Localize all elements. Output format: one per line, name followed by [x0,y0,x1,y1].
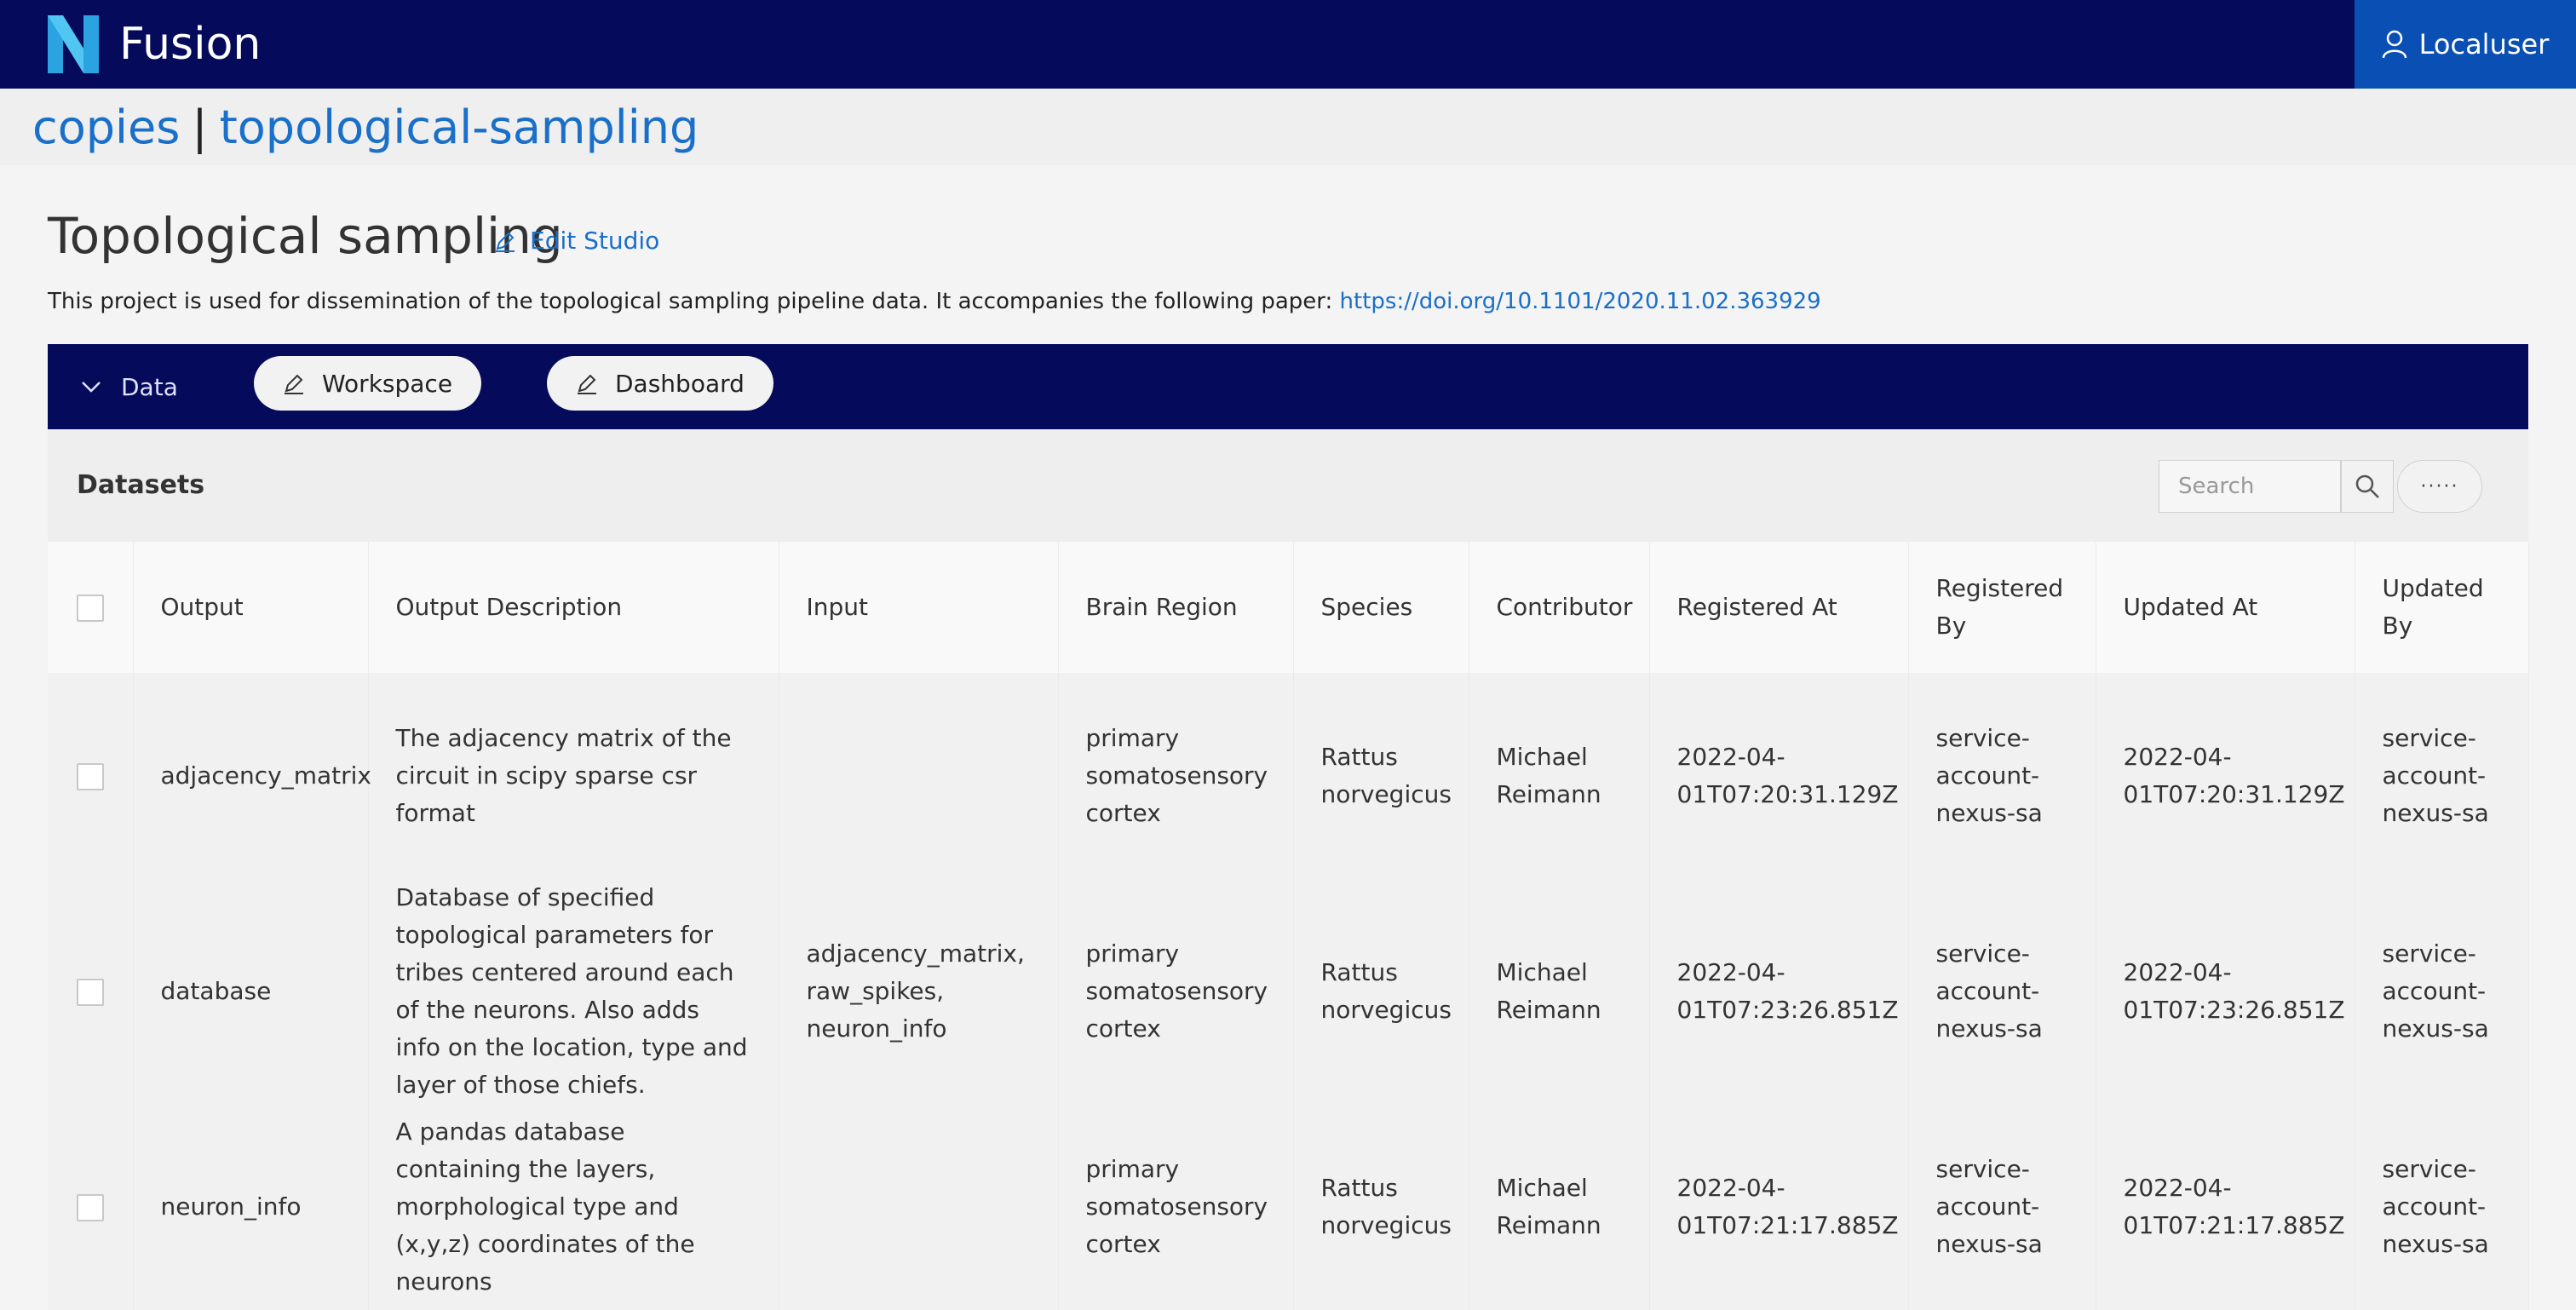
search-input[interactable]: Search [2159,460,2341,513]
column-header-updated-at[interactable]: Updated At [2096,542,2355,673]
cell-brain-region: primary somatosensory cortex [1058,1104,1294,1310]
column-header-contributor[interactable]: Contributor [1469,542,1650,673]
cell-updated-at: 2022-04-01T07:20:31.129Z [2096,673,2355,879]
cell-updated-by: service-account-nexus-sa [2355,673,2529,879]
table-row[interactable]: adjacency_matrix The adjacency matrix of… [48,673,2529,879]
breadcrumb-project-link[interactable]: topological-sampling [220,101,699,154]
cell-species: Rattus norvegicus [1293,673,1469,879]
breadcrumb-separator: | [192,100,208,154]
table-row[interactable]: database Database of specified topologic… [48,879,2529,1104]
pencil-icon [285,374,303,394]
edit-studio-label: Edit Studio [530,227,660,255]
edit-studio-button[interactable]: Edit Studio [494,227,659,255]
cell-input [779,673,1059,879]
more-options-button[interactable]: ····· [2397,460,2482,513]
tab-data[interactable]: Data [80,344,178,429]
select-all-checkbox[interactable] [76,595,104,622]
chevron-down-icon [82,382,101,393]
tab-dashboard-label: Dashboard [615,369,745,398]
cell-brain-region: primary somatosensory cortex [1058,673,1294,879]
cell-updated-at: 2022-04-01T07:21:17.885Z [2096,1104,2355,1310]
row-checkbox[interactable] [76,979,104,1006]
breadcrumb: copies | topological-sampling [0,89,2576,165]
cell-updated-at: 2022-04-01T07:23:26.851Z [2096,879,2355,1104]
table-header-row: Output Output Description Input Brain Re… [48,542,2529,673]
studio-description: This project is used for dissemination o… [48,286,1821,317]
studio-tab-bar: Data Workspace Dashboard [48,344,2528,429]
datasets-panel: Datasets Search ····· Output Output Desc… [48,429,2529,1310]
cell-description: The adjacency matrix of the circuit in s… [368,673,779,879]
column-header-updated-by[interactable]: Updated By [2355,542,2529,673]
cell-species: Rattus norvegicus [1293,879,1469,1104]
cell-updated-by: service-account-nexus-sa [2355,879,2529,1104]
cell-registered-at: 2022-04-01T07:23:26.851Z [1649,879,1909,1104]
cell-registered-by: service-account-nexus-sa [1908,673,2096,879]
cell-registered-at: 2022-04-01T07:21:17.885Z [1649,1104,1909,1310]
row-checkbox[interactable] [76,763,104,790]
pencil-icon [578,374,596,394]
cell-input [779,1104,1059,1310]
column-header-output[interactable]: Output [133,542,369,673]
tab-dashboard[interactable]: Dashboard [547,356,773,411]
row-select-cell [48,1104,134,1310]
cell-input: adjacency_matrix, raw_spikes, neuron_inf… [779,879,1059,1104]
row-select-cell [48,673,134,879]
nexus-logo-icon[interactable] [48,15,99,73]
tab-workspace-label: Workspace [322,369,453,398]
cell-contributor: Michael Reimann [1469,1104,1650,1310]
pencil-icon [496,232,515,252]
user-menu-button[interactable]: Localuser [2355,0,2576,89]
cell-registered-by: service-account-nexus-sa [1908,879,2096,1104]
cell-brain-region: primary somatosensory cortex [1058,879,1294,1104]
datasets-table: Output Output Description Input Brain Re… [48,542,2529,1310]
app-name[interactable]: Fusion [119,14,261,75]
cell-output: neuron_info [133,1104,369,1310]
cell-updated-by: service-account-nexus-sa [2355,1104,2529,1310]
column-header-registered-at[interactable]: Registered At [1649,542,1909,673]
column-header-registered-by[interactable]: Registered By [1908,542,2096,673]
search-button[interactable] [2341,460,2394,513]
table-row[interactable]: neuron_info A pandas database containing… [48,1104,2529,1310]
datasets-title: Datasets [77,470,205,500]
top-navigation-bar: Fusion Localuser [0,0,2576,89]
tab-data-label: Data [121,372,178,401]
row-select-cell [48,879,134,1104]
cell-output: database [133,879,369,1104]
cell-description: Database of specified topological parame… [368,879,779,1104]
studio-description-text: This project is used for dissemination o… [48,289,1340,314]
search-icon [2355,474,2379,498]
studio-title: Topological sampling [48,207,563,265]
tab-workspace[interactable]: Workspace [254,356,482,411]
breadcrumb-org-link[interactable]: copies [32,101,180,154]
user-name: Localuser [2418,28,2550,60]
column-header-brain-region[interactable]: Brain Region [1058,542,1294,673]
cell-species: Rattus norvegicus [1293,1104,1469,1310]
paper-doi-link[interactable]: https://doi.org/10.1101/2020.11.02.36392… [1340,289,1821,314]
column-header-output-description[interactable]: Output Description [368,542,779,673]
cell-output: adjacency_matrix [133,673,371,879]
cell-registered-at: 2022-04-01T07:20:31.129Z [1649,673,1909,879]
column-header-input[interactable]: Input [779,542,1059,673]
user-icon [2382,30,2406,59]
cell-registered-by: service-account-nexus-sa [1908,1104,2096,1310]
column-header-species[interactable]: Species [1293,542,1469,673]
select-all-cell [48,542,134,673]
cell-contributor: Michael Reimann [1469,673,1650,879]
cell-contributor: Michael Reimann [1469,879,1650,1104]
cell-description: A pandas database containing the layers,… [368,1104,779,1310]
row-checkbox[interactable] [76,1194,104,1221]
